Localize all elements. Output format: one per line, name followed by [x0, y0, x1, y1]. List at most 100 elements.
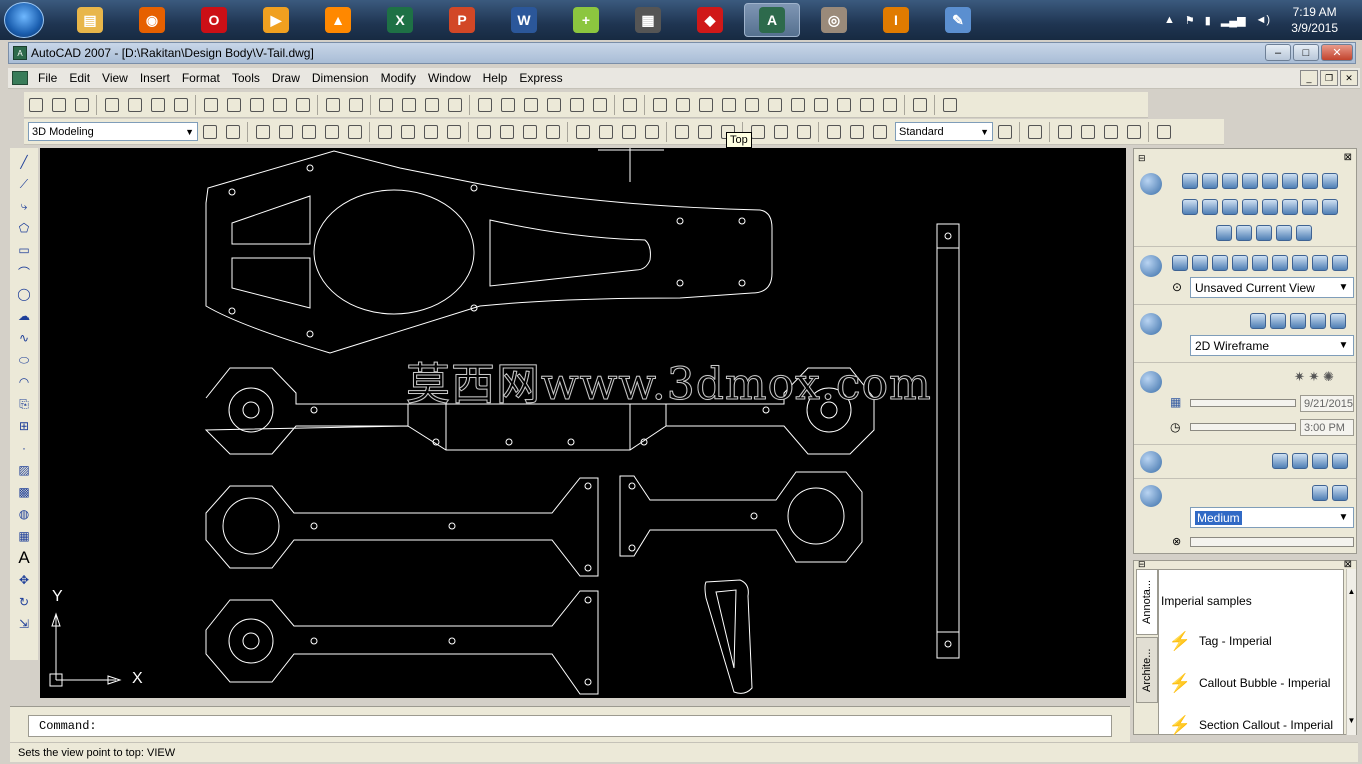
minimize-button[interactable]: –	[1265, 44, 1291, 61]
move-icon[interactable]: ✥	[14, 570, 34, 590]
intersect-icon[interactable]	[1256, 225, 1272, 241]
radius-icon[interactable]	[572, 121, 594, 143]
show-hidden-icons-icon[interactable]: ▲	[1164, 14, 1175, 26]
menu-modify[interactable]: Modify	[375, 71, 422, 85]
arc-icon[interactable]: ⌒	[14, 262, 34, 282]
wedge-icon[interactable]	[1222, 173, 1238, 189]
menu-dimension[interactable]: Dimension	[306, 71, 375, 85]
center-mark-icon[interactable]	[793, 121, 815, 143]
taskbar-button[interactable]: A	[744, 3, 800, 37]
render-icon[interactable]	[1153, 121, 1175, 143]
taskbar-button[interactable]: I	[868, 3, 924, 37]
parallel-icon[interactable]	[1292, 255, 1308, 271]
pyramid-icon[interactable]	[1302, 173, 1318, 189]
camera-icon[interactable]	[909, 94, 931, 116]
revision-cloud-icon[interactable]: ☁	[14, 306, 34, 326]
dimstyle-select[interactable]: Standard ▼	[895, 122, 993, 141]
zoom-realtime-icon[interactable]	[252, 121, 274, 143]
nw-iso-icon[interactable]	[879, 94, 901, 116]
ne-iso-icon[interactable]	[856, 94, 878, 116]
tool-palettes-icon[interactable]	[520, 94, 542, 116]
aligned-dim-icon[interactable]	[496, 121, 518, 143]
dim-text-edit-icon[interactable]	[846, 121, 868, 143]
new-icon[interactable]	[25, 94, 47, 116]
taskbar-button[interactable]: ▶	[248, 3, 304, 37]
extrude-icon[interactable]	[1242, 199, 1258, 215]
wedge-icon[interactable]	[1077, 121, 1099, 143]
zoom-icon[interactable]	[1192, 255, 1208, 271]
taskbar-button[interactable]: ▲	[310, 3, 366, 37]
scroll-up-icon[interactable]: ▲	[1347, 587, 1356, 596]
doc-minimize-button[interactable]: _	[1300, 70, 1318, 86]
tab-annotation[interactable]: Annota...	[1136, 569, 1158, 635]
window-title-bar[interactable]: A AutoCAD 2007 - [D:\Rakitan\Design Body…	[8, 42, 1356, 64]
cone-icon[interactable]	[1242, 173, 1258, 189]
date-slider[interactable]	[1190, 399, 1296, 407]
taskbar-button[interactable]: ▤	[62, 3, 118, 37]
dim-style-icon[interactable]	[994, 121, 1016, 143]
command-line-input[interactable]: Command:	[28, 715, 1112, 737]
time-field[interactable]: 3:00 PM	[1300, 419, 1354, 436]
zoom-previous-icon[interactable]	[444, 94, 466, 116]
palette-item-tag[interactable]: ⚡ Tag - Imperial	[1167, 628, 1272, 654]
front-view-icon[interactable]	[764, 94, 786, 116]
cut-icon[interactable]	[200, 94, 222, 116]
copy-icon[interactable]	[223, 94, 245, 116]
sphere-icon[interactable]	[1100, 121, 1122, 143]
shaded-icon[interactable]	[1250, 313, 1266, 329]
baseline-icon[interactable]	[694, 121, 716, 143]
pan-icon[interactable]	[1212, 255, 1228, 271]
planar-surface-icon[interactable]	[1202, 199, 1218, 215]
taskbar-button[interactable]: W	[496, 3, 552, 37]
paste-icon[interactable]	[246, 94, 268, 116]
back-view-icon[interactable]	[787, 94, 809, 116]
jogged-icon[interactable]	[595, 121, 617, 143]
top-view-icon[interactable]	[672, 94, 694, 116]
cylinder-icon[interactable]	[1182, 173, 1198, 189]
right-view-icon[interactable]	[741, 94, 763, 116]
sheet-set-icon[interactable]	[543, 94, 565, 116]
fly-icon[interactable]	[1252, 255, 1268, 271]
ucs-world-icon[interactable]	[199, 121, 221, 143]
polysolid-icon[interactable]	[1222, 199, 1238, 215]
plot-icon[interactable]	[101, 94, 123, 116]
time-slider[interactable]	[1190, 423, 1296, 431]
materials-icon[interactable]	[1140, 451, 1162, 473]
menu-view[interactable]: View	[96, 71, 134, 85]
helix-icon[interactable]	[1182, 199, 1198, 215]
spline-icon[interactable]: ∿	[14, 328, 34, 348]
redo-icon[interactable]	[345, 94, 367, 116]
box-icon[interactable]	[1054, 121, 1076, 143]
plot-preview-icon[interactable]	[124, 94, 146, 116]
quickcalc-icon[interactable]	[589, 94, 611, 116]
tab-architectural[interactable]: Archite...	[1136, 637, 1158, 703]
materials-window-icon[interactable]	[1332, 453, 1348, 469]
zoom-dynamic-icon[interactable]	[298, 121, 320, 143]
model-space-canvas[interactable]: Y X 莫西网www.3dmox.com	[40, 148, 1126, 698]
taskbar-button[interactable]: X	[372, 3, 428, 37]
slice-icon[interactable]	[1322, 199, 1338, 215]
materials-off-icon[interactable]	[1292, 453, 1308, 469]
box-icon[interactable]	[1202, 173, 1218, 189]
visual-style-select[interactable]: 2D Wireframe ▼	[1190, 335, 1354, 356]
arc-length-icon[interactable]	[519, 121, 541, 143]
named-view-select[interactable]: Unsaved Current View ▼	[1190, 277, 1354, 298]
sweep-icon[interactable]	[1282, 199, 1298, 215]
zoom-all-icon[interactable]	[420, 121, 442, 143]
clock[interactable]: 7:19 AM 3/9/2015	[1291, 4, 1338, 36]
block-editor-icon[interactable]	[292, 94, 314, 116]
match-properties-icon[interactable]	[269, 94, 291, 116]
polyline-icon[interactable]: ⤷	[14, 196, 34, 216]
advanced-render-icon[interactable]	[1332, 485, 1348, 501]
zoom-realtime-icon[interactable]	[398, 94, 420, 116]
taskbar-button[interactable]: ▦	[620, 3, 676, 37]
workspace-select[interactable]: 3D Modeling ▼	[28, 122, 198, 141]
zoom-center-icon[interactable]	[344, 121, 366, 143]
taskbar-button[interactable]: O	[186, 3, 242, 37]
rectangle-icon[interactable]: ▭	[14, 240, 34, 260]
left-view-icon[interactable]	[718, 94, 740, 116]
union-icon[interactable]	[1216, 225, 1232, 241]
menu-help[interactable]: Help	[477, 71, 514, 85]
teapot-render-icon[interactable]	[1140, 485, 1162, 507]
autocad-app-icon[interactable]: A	[13, 46, 27, 60]
